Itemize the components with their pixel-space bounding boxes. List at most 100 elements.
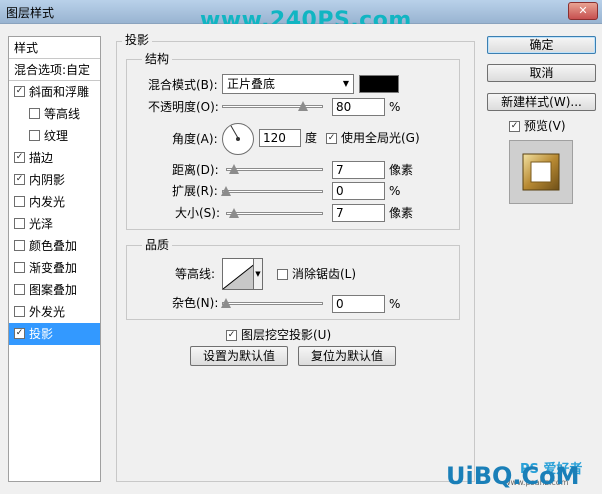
angle-dial-center (236, 137, 240, 141)
style-checkbox[interactable]: ✓ (14, 152, 25, 163)
noise-unit: % (389, 297, 401, 311)
shadow-color-swatch[interactable] (359, 75, 399, 93)
style-list-header[interactable]: 样式 (9, 37, 100, 59)
new-style-button[interactable]: 新建样式(W)... (487, 93, 596, 111)
spread-unit: % (389, 184, 401, 198)
size-label: 大小(S): (175, 206, 221, 220)
global-light-checkbox[interactable]: ✓ (326, 133, 337, 144)
style-list-item-label: 内阴影 (29, 173, 66, 187)
style-checkbox[interactable]: ✓ (14, 328, 25, 339)
style-list-item-label: 图案叠加 (29, 283, 78, 297)
make-default-button[interactable]: 设置为默认值 (190, 346, 288, 366)
size-slider-track (226, 212, 323, 215)
angle-label: 角度(A): (172, 132, 218, 146)
style-checkbox[interactable] (14, 262, 25, 273)
opacity-slider-thumb[interactable] (298, 101, 308, 111)
global-light-label: 使用全局光(G) (341, 131, 420, 145)
style-list-item[interactable]: ✓ 斜面和浮雕 (9, 81, 100, 103)
style-checkbox[interactable] (14, 240, 25, 251)
preview-label: 预览(V) (524, 119, 566, 133)
style-list-item-label: 描边 (29, 151, 54, 165)
size-slider[interactable] (226, 208, 323, 218)
spread-slider[interactable] (221, 186, 323, 196)
spread-slider-track (222, 190, 323, 193)
noise-input[interactable]: 0 (332, 295, 385, 313)
opacity-input[interactable]: 80 (332, 98, 385, 116)
distance-label: 距离(D): (172, 163, 219, 177)
noise-label: 杂色(N): (172, 296, 219, 310)
gold-frame-preview-icon (522, 153, 560, 191)
style-checkbox[interactable] (14, 306, 25, 317)
style-list-item[interactable]: ✓ 内阴影 (9, 169, 100, 191)
distance-unit: 像素 (389, 163, 414, 177)
style-list-item-label: 渐变叠加 (29, 261, 78, 275)
style-list-item-label: 斜面和浮雕 (29, 85, 90, 99)
style-list-item-label: 等高线 (44, 107, 81, 121)
opacity-label: 不透明度(O): (148, 100, 219, 114)
style-list-item[interactable]: 纹理 (9, 125, 100, 147)
spread-slider-thumb[interactable] (221, 186, 231, 196)
contour-label: 等高线: (175, 267, 216, 281)
contour-dropdown-arrow[interactable]: ▼ (253, 258, 263, 290)
style-preview-thumbnail (509, 140, 573, 204)
reset-default-button[interactable]: 复位为默认值 (298, 346, 396, 366)
size-unit: 像素 (389, 206, 414, 220)
style-list-item[interactable]: ✓ 投影 (9, 323, 100, 345)
style-list-item[interactable]: 等高线 (9, 103, 100, 125)
opacity-slider[interactable] (222, 101, 323, 111)
blend-mode-label: 混合模式(B): (148, 78, 218, 92)
style-checkbox[interactable]: ✓ (14, 86, 25, 97)
distance-input[interactable]: 7 (332, 161, 385, 179)
spread-label: 扩展(R): (172, 184, 218, 198)
style-list-item[interactable]: 图案叠加 (9, 279, 100, 301)
style-checkbox[interactable]: ✓ (14, 174, 25, 185)
style-list-item-label: 内发光 (29, 195, 66, 209)
style-checkbox[interactable] (14, 284, 25, 295)
style-list: 样式 混合选项:自定 ✓ 斜面和浮雕等高线纹理 ✓ 描边 ✓ 内阴影内发光光泽颜色叠加渐变… (8, 36, 101, 482)
style-checkbox[interactable] (14, 196, 25, 207)
noise-slider-thumb[interactable] (221, 298, 231, 308)
distance-slider[interactable] (226, 164, 323, 174)
knockout-checkbox[interactable]: ✓ (226, 330, 237, 341)
style-list-item[interactable]: 外发光 (9, 301, 100, 323)
distance-slider-track (226, 168, 323, 171)
anti-alias-checkbox[interactable] (277, 269, 288, 280)
style-list-item[interactable]: ✓ 描边 (9, 147, 100, 169)
style-list-item[interactable]: 渐变叠加 (9, 257, 100, 279)
quality-title: 品质 (142, 238, 173, 252)
angle-input[interactable]: 120 (259, 129, 301, 147)
anti-alias-label: 消除锯齿(L) (292, 267, 357, 281)
chevron-down-icon: ▼ (342, 79, 349, 88)
style-list-item[interactable]: 颜色叠加 (9, 235, 100, 257)
angle-dial[interactable] (222, 123, 254, 155)
opacity-unit: % (389, 100, 401, 114)
cancel-button[interactable]: 取消 (487, 64, 596, 82)
structure-title: 结构 (142, 52, 173, 66)
blend-mode-value: 正片叠底 (227, 77, 276, 91)
style-list-item[interactable]: 光泽 (9, 213, 100, 235)
style-checkbox[interactable] (29, 108, 40, 119)
style-list-item-label: 外发光 (29, 305, 66, 319)
blend-mode-select[interactable]: 正片叠底 ▼ (222, 74, 354, 94)
style-list-item-label: 光泽 (29, 217, 54, 231)
drop-shadow-title: 投影 (122, 33, 153, 47)
close-button[interactable]: ✕ (568, 2, 598, 20)
angle-unit: 度 (305, 131, 318, 145)
style-checkbox[interactable] (14, 218, 25, 229)
ok-button[interactable]: 确定 (487, 36, 596, 54)
window-title: 图层样式 (6, 6, 55, 20)
noise-slider-track (222, 302, 323, 305)
style-list-item-label: 颜色叠加 (29, 239, 78, 253)
noise-slider[interactable] (221, 298, 323, 308)
style-list-item[interactable]: 内发光 (9, 191, 100, 213)
style-checkbox[interactable] (29, 130, 40, 141)
distance-slider-thumb[interactable] (229, 164, 239, 174)
knockout-label: 图层挖空投影(U) (241, 328, 332, 342)
spread-input[interactable]: 0 (332, 182, 385, 200)
size-input[interactable]: 7 (332, 204, 385, 222)
style-list-item-label: 投影 (29, 327, 54, 341)
blend-options-item[interactable]: 混合选项:自定 (9, 59, 100, 81)
preview-checkbox[interactable]: ✓ (509, 121, 520, 132)
size-slider-thumb[interactable] (229, 208, 239, 218)
watermark-site: UiBQ.CoM (446, 462, 580, 490)
